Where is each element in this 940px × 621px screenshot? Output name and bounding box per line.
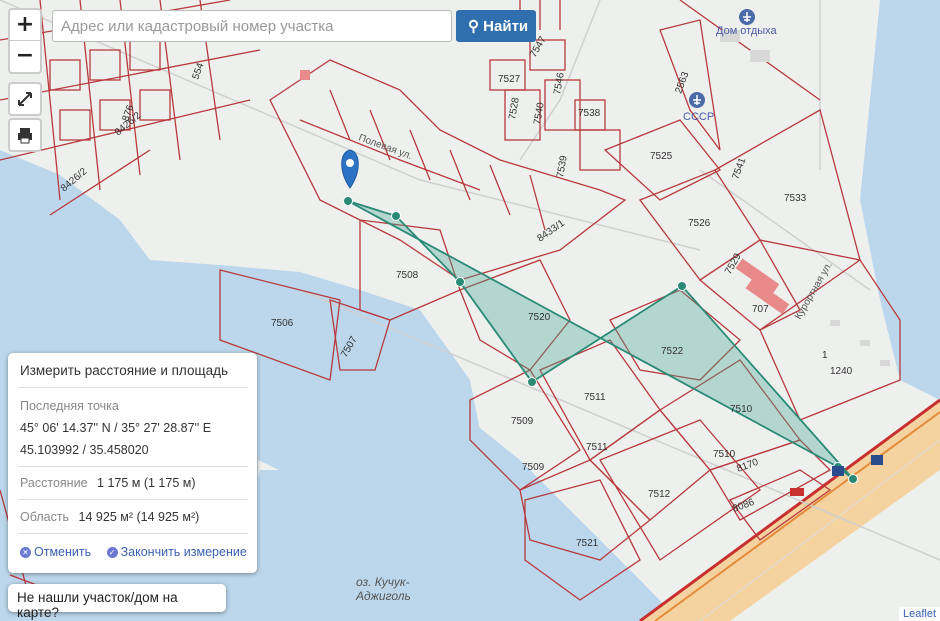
search-button[interactable]: ⚲ Найти xyxy=(456,10,536,42)
fullscreen-button[interactable] xyxy=(8,82,42,116)
cancel-measure-button[interactable]: ✕ Отменить xyxy=(20,545,91,559)
parcel-label: 7511 xyxy=(586,442,608,453)
parcel-label: 1240 xyxy=(830,366,853,377)
measure-vertex xyxy=(677,281,687,291)
parcel-label: 7520 xyxy=(528,312,551,323)
parcel-label: 7522 xyxy=(661,346,684,357)
lake-label: Аджиголь xyxy=(355,589,411,603)
measure-vertex xyxy=(527,377,537,387)
poi-label: Дом отдыха xyxy=(716,25,778,37)
parcel-label: 7525 xyxy=(650,151,673,162)
attribution-link[interactable]: Leaflet xyxy=(898,607,940,621)
parcel-label: 7509 xyxy=(522,462,545,473)
zoom-out-button[interactable]: − xyxy=(10,41,40,71)
zoom-in-button[interactable]: + xyxy=(10,10,40,41)
parcel-label: 7533 xyxy=(784,193,807,204)
measure-vertex xyxy=(848,474,858,484)
parcel-label: 7512 xyxy=(648,489,671,500)
area-label: Область xyxy=(20,510,70,524)
measure-vertex xyxy=(455,277,465,287)
expand-icon xyxy=(18,92,32,106)
parcel-label: 7509 xyxy=(511,416,534,427)
printer-icon xyxy=(18,128,32,144)
lake-label: оз. Кучук- xyxy=(356,575,410,589)
parcel-label: 7527 xyxy=(498,74,521,85)
last-point-dms: 45° 06' 14.37'' N / 35° 27' 28.87'' E xyxy=(20,421,212,435)
parcel-label: 7510 xyxy=(730,404,753,415)
search-icon: ⚲ xyxy=(468,18,479,35)
search-button-label: Найти xyxy=(483,18,529,35)
measure-vertex xyxy=(343,196,353,206)
measure-vertex xyxy=(391,211,401,221)
not-found-link[interactable]: Не нашли участок/дом на карте? xyxy=(8,584,226,620)
measure-title: Измерить расстояние и площадь xyxy=(20,363,228,378)
parcel-label: 7508 xyxy=(396,270,419,281)
parcel-label: 1 xyxy=(822,350,828,361)
parcel-label: 7538 xyxy=(578,108,601,119)
plane-icon xyxy=(739,9,755,25)
last-point-decimal: 45.103992 / 35.458020 xyxy=(20,443,149,457)
parcel-label: 7526 xyxy=(688,218,711,229)
parcel-label: 7511 xyxy=(584,392,606,403)
last-point-label: Последняя точка xyxy=(20,399,119,413)
parcel-label: 7521 xyxy=(576,538,599,549)
plane-icon xyxy=(689,92,705,108)
finish-measure-button[interactable]: ✓ Закончить измерение xyxy=(106,545,247,559)
search-input[interactable]: Адрес или кадастровый номер участка xyxy=(52,10,452,42)
zoom-control: + − xyxy=(8,8,42,74)
parcel-label: 7506 xyxy=(271,318,294,329)
distance-value: 1 175 м (1 175 м) xyxy=(97,476,196,490)
measure-panel: Измерить расстояние и площадь Последняя … xyxy=(8,353,257,573)
area-value: 14 925 м² (14 925 м²) xyxy=(78,510,200,524)
print-button[interactable] xyxy=(8,118,42,152)
parcel-label: 707 xyxy=(752,304,769,315)
check-icon: ✓ xyxy=(106,547,118,559)
poi-label: СССР xyxy=(683,111,714,123)
close-icon: ✕ xyxy=(20,547,31,559)
distance-label: Расстояние xyxy=(20,476,88,490)
parcel-label: 7510 xyxy=(713,449,736,460)
